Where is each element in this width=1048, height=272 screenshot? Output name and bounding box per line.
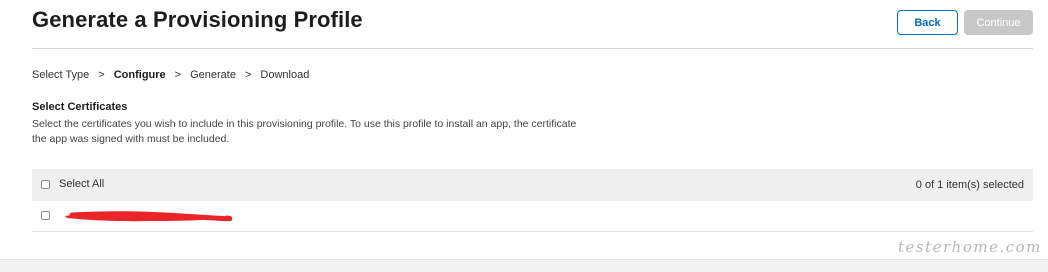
certificate-table-header: Select All 0 of 1 item(s) selected bbox=[32, 169, 1033, 201]
table-row[interactable] bbox=[32, 201, 1033, 232]
chevron-right-icon: > bbox=[244, 69, 252, 81]
chevron-right-icon: > bbox=[174, 69, 182, 81]
continue-button[interactable]: Continue bbox=[964, 10, 1033, 35]
header-divider bbox=[32, 48, 1033, 49]
selection-count: 0 of 1 item(s) selected bbox=[915, 179, 1024, 191]
footer-bar bbox=[0, 259, 1048, 272]
breadcrumb-step-generate: Generate bbox=[190, 69, 236, 81]
certificate-checkbox[interactable] bbox=[41, 211, 50, 220]
page-title: Generate a Provisioning Profile bbox=[32, 7, 363, 32]
select-all-checkbox[interactable] bbox=[41, 180, 50, 189]
breadcrumb-step-configure: Configure bbox=[113, 69, 166, 81]
section-title: Select Certificates bbox=[32, 101, 128, 113]
back-button[interactable]: Back bbox=[897, 10, 958, 35]
section-description-line: Select the certificates you wish to incl… bbox=[32, 118, 577, 130]
breadcrumb-step-select-type[interactable]: Select Type bbox=[32, 69, 89, 81]
section-description-line: the app was signed with must be included… bbox=[32, 133, 230, 145]
breadcrumb-step-download: Download bbox=[260, 69, 310, 81]
section-description: Select the certificates you wish to incl… bbox=[32, 117, 672, 147]
breadcrumb: Select Type > Configure > Generate > Dow… bbox=[32, 69, 309, 81]
watermark: testerhome.com bbox=[898, 238, 1042, 256]
redacted-certificate-name bbox=[65, 211, 232, 222]
chevron-right-icon: > bbox=[98, 69, 105, 81]
select-all-label[interactable]: Select All bbox=[59, 178, 104, 190]
